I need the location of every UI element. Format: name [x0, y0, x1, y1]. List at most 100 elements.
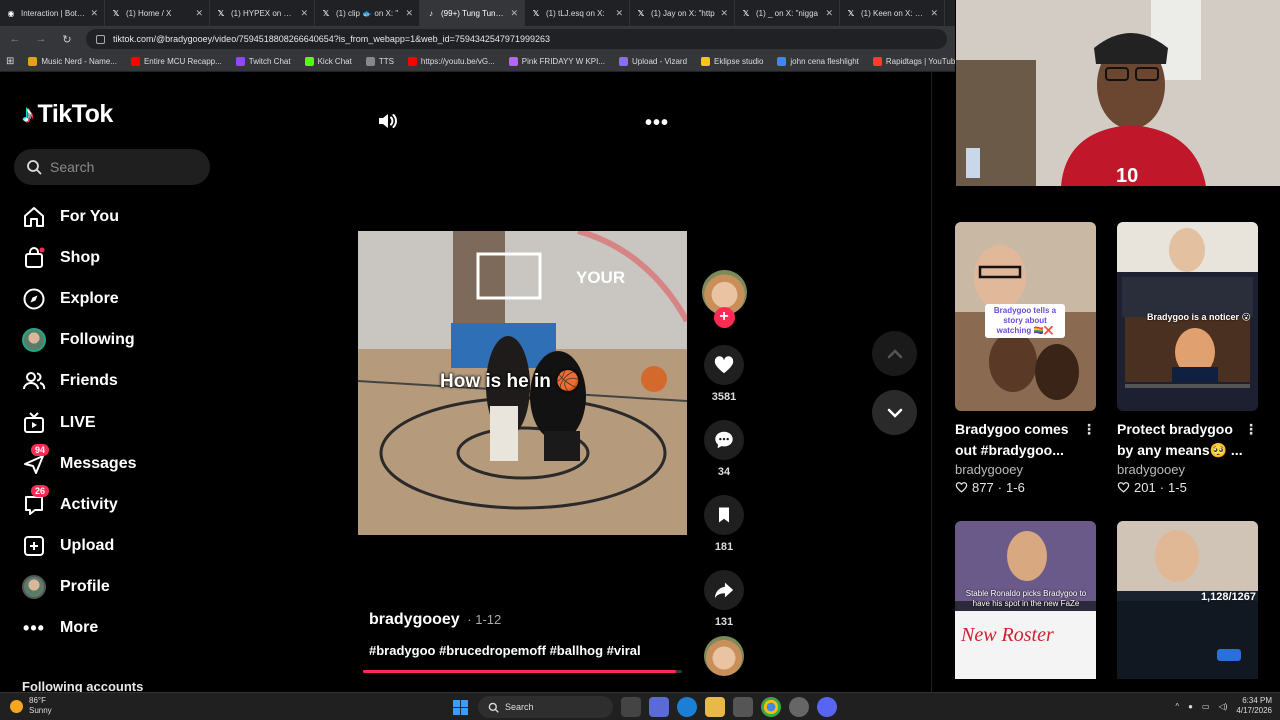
- like-button[interactable]: 3581: [700, 345, 748, 403]
- related-username[interactable]: bradygooey: [955, 462, 1096, 477]
- sidebar-item-for-you[interactable]: For You: [22, 196, 222, 237]
- close-icon[interactable]: ✕: [300, 8, 308, 19]
- bookmark-favicon-icon: [777, 57, 787, 66]
- kebab-menu-icon[interactable]: ⋮: [1244, 419, 1258, 440]
- sidebar-item-shop[interactable]: Shop: [22, 237, 222, 278]
- related-thumbnail[interactable]: New Roster Stable Ronaldo picks Bradygoo…: [955, 521, 1096, 679]
- save-count: 181: [714, 541, 734, 553]
- url-field[interactable]: tiktok.com/@bradygooey/video/75945188082…: [86, 29, 947, 49]
- follow-plus-icon[interactable]: +: [713, 307, 735, 328]
- comment-button[interactable]: 34: [700, 420, 748, 478]
- sidebar-item-explore[interactable]: Explore: [22, 278, 222, 319]
- bookmarks-bar: ⊞ Music Nerd - Name... Entire MCU Recapp.…: [0, 52, 1018, 72]
- microphone-icon[interactable]: ●: [1188, 702, 1193, 711]
- browser-tab[interactable]: ◉ Interaction | BotRix ✕: [0, 0, 105, 26]
- search-input[interactable]: Search: [14, 149, 210, 185]
- windows-start-icon[interactable]: [450, 697, 470, 717]
- discord-icon[interactable]: [817, 697, 837, 717]
- bookmark-item[interactable]: https://youtu.be/vG...: [407, 57, 495, 66]
- sidebar-item-friends[interactable]: Friends: [22, 361, 222, 402]
- browser-tab[interactable]: 𝕏 (1) Keen on X: "Na ✕: [840, 0, 945, 26]
- sidebar-item-label: For You: [60, 207, 119, 225]
- close-icon[interactable]: ✕: [510, 8, 518, 19]
- back-icon[interactable]: ←: [8, 33, 22, 45]
- close-icon[interactable]: ✕: [825, 8, 833, 19]
- volume-icon[interactable]: ◁): [1219, 702, 1228, 711]
- related-thumbnail[interactable]: Bradygoo tells a story about watching 🏳️…: [955, 222, 1096, 411]
- creator-avatar[interactable]: +: [701, 270, 747, 328]
- close-icon[interactable]: ✕: [195, 8, 203, 19]
- browser-tab[interactable]: 𝕏 (1) HYPEX on X: " ✕: [210, 0, 315, 26]
- store-icon[interactable]: [733, 697, 753, 717]
- chevron-up-icon[interactable]: ^: [1175, 702, 1179, 711]
- sidebar-item-activity[interactable]: 26 Activity: [22, 484, 222, 525]
- site-info-icon[interactable]: [96, 34, 105, 44]
- related-thumbnail[interactable]: Bradygoo is a noticer 😮: [1117, 222, 1258, 411]
- bookmark-item[interactable]: Upload - Vizard: [619, 57, 687, 66]
- settings-gear-icon[interactable]: [789, 697, 809, 717]
- share-button[interactable]: 131: [700, 570, 748, 628]
- bookmark-item[interactable]: Music Nerd - Name...: [28, 57, 117, 66]
- sidebar-item-more[interactable]: ••• More: [22, 608, 222, 649]
- video-hashtags[interactable]: #bradygoo #brucedropemoff #ballhog #vira…: [369, 643, 641, 658]
- previous-video-button[interactable]: [872, 331, 917, 376]
- file-explorer-icon[interactable]: [705, 697, 725, 717]
- related-thumbnail[interactable]: 1,128/1267: [1117, 521, 1258, 679]
- sidebar-item-profile[interactable]: Profile: [22, 567, 222, 608]
- related-video-card[interactable]: Bradygoo tells a story about watching 🏳️…: [955, 222, 1096, 495]
- bookmark-item[interactable]: TTS: [365, 57, 394, 66]
- bookmark-item[interactable]: Kick Chat: [304, 57, 352, 66]
- browser-tab[interactable]: 𝕏 (1) clip 🐟 on X: " ✕: [315, 0, 420, 26]
- edge-icon[interactable]: [677, 697, 697, 717]
- bookmark-item[interactable]: Pink FRIDAYY W KPI...: [508, 57, 605, 66]
- sidebar-item-upload[interactable]: Upload: [22, 526, 222, 567]
- related-username[interactable]: bradygooey: [1117, 462, 1258, 477]
- bookmark-label: TTS: [378, 57, 394, 66]
- volume-icon[interactable]: [376, 109, 400, 133]
- bookmark-item[interactable]: Twitch Chat: [235, 57, 291, 66]
- browser-tab[interactable]: 𝕏 (1) _ on X: "nigga ✕: [735, 0, 840, 26]
- forward-icon[interactable]: →: [34, 33, 48, 45]
- chrome-icon[interactable]: [761, 697, 781, 717]
- bookmark-item[interactable]: john cena fleshlight: [777, 57, 859, 66]
- task-view-icon[interactable]: [621, 697, 641, 717]
- related-video-card[interactable]: Bradygoo is a noticer 😮 Protect bradygoo…: [1117, 222, 1258, 495]
- related-video-card[interactable]: 1,128/1267: [1117, 521, 1258, 679]
- brand-name: TikTok: [37, 100, 114, 128]
- network-icon[interactable]: ▭: [1202, 702, 1210, 711]
- video-author[interactable]: bradygooey · 1-12: [369, 611, 501, 629]
- more-options-icon[interactable]: •••: [645, 112, 669, 135]
- copilot-icon[interactable]: [649, 697, 669, 717]
- reload-icon[interactable]: ↻: [60, 33, 74, 46]
- save-button[interactable]: 181: [700, 495, 748, 553]
- taskbar-search[interactable]: Search: [478, 696, 613, 718]
- tiktok-logo[interactable]: ♪ TikTok: [22, 100, 113, 129]
- browser-tab[interactable]: ♪ (99+) Tung Tung S ✕: [420, 0, 525, 26]
- system-clock[interactable]: 6:34 PM 4/17/2026: [1236, 696, 1272, 716]
- sidebar-item-live[interactable]: LIVE: [22, 402, 222, 443]
- sound-disc-avatar[interactable]: [704, 636, 744, 676]
- close-icon[interactable]: ✕: [405, 8, 413, 19]
- browser-tab[interactable]: 𝕏 (1) Home / X ✕: [105, 0, 210, 26]
- close-icon[interactable]: ✕: [930, 8, 938, 19]
- video-progress-bar[interactable]: [363, 670, 682, 673]
- close-icon[interactable]: ✕: [720, 8, 728, 19]
- close-icon[interactable]: ✕: [90, 8, 98, 19]
- sidebar-item-following[interactable]: Following: [22, 320, 222, 361]
- browser-tab[interactable]: 𝕏 (1) tLJ.esq on X: ✕: [525, 0, 630, 26]
- home-icon: [22, 205, 46, 229]
- related-video-card[interactable]: New Roster Stable Ronaldo picks Bradygoo…: [955, 521, 1096, 679]
- bookmark-item[interactable]: Eklipse studio: [701, 57, 763, 66]
- next-video-button[interactable]: [872, 390, 917, 435]
- video-player[interactable]: YOUR How is he in 🏀: [358, 231, 687, 535]
- close-icon[interactable]: ✕: [615, 8, 623, 19]
- browser-tab[interactable]: 𝕏 (1) Jay on X: "http ✕: [630, 0, 735, 26]
- tab-title: (1) Jay on X: "http: [651, 8, 715, 18]
- bookmark-item[interactable]: Rapidtags | YouTub...: [872, 57, 962, 66]
- sidebar-item-messages[interactable]: 94 Messages: [22, 443, 222, 484]
- sidebar-item-label: Messages: [60, 454, 137, 472]
- bookmark-item[interactable]: Entire MCU Recapp...: [130, 57, 222, 66]
- weather-widget[interactable]: 86°F Sunny: [10, 696, 52, 716]
- kebab-menu-icon[interactable]: ⋮: [1082, 419, 1096, 440]
- apps-grid-icon[interactable]: ⊞: [6, 56, 14, 67]
